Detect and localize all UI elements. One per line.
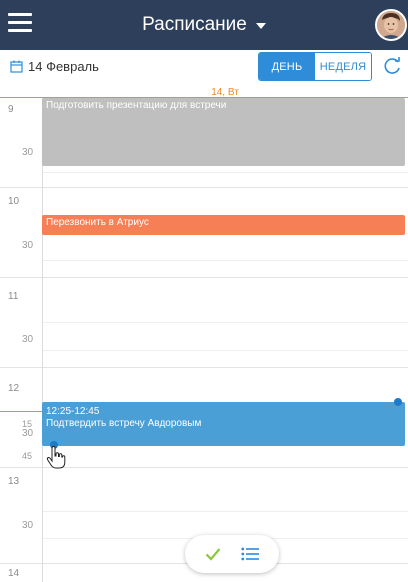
half-hour-label: 30 xyxy=(22,147,34,158)
half-hour-line xyxy=(42,511,408,512)
calendar-icon xyxy=(10,60,23,73)
hour-line xyxy=(0,187,408,188)
event-title: Перезвонить в Атриус xyxy=(46,217,149,228)
caret-down-icon xyxy=(255,23,266,29)
event-confirm-meeting[interactable]: 12:25-12:45 Подтвердить встречу Авдоровы… xyxy=(42,402,405,446)
hour-line xyxy=(0,277,408,278)
date-label: 14 Февраль xyxy=(28,59,99,74)
check-icon[interactable] xyxy=(205,547,221,561)
half-hour-line xyxy=(42,260,408,261)
event-time: 12:25-12:45 xyxy=(46,406,100,417)
event-presentation[interactable]: Подготовить презентацию для встречи xyxy=(42,98,405,166)
hour-label-12: 12 xyxy=(8,383,20,394)
half-hour-label: 30 xyxy=(22,334,34,345)
event-call-atrius[interactable]: Перезвонить в Атриус xyxy=(42,215,405,235)
hour-label-11: 11 xyxy=(8,291,19,302)
calendar-toolbar: 14 Февраль ДЕНЬ НЕДЕЛЯ xyxy=(0,50,408,88)
event-title: Подготовить презентацию для встречи xyxy=(46,100,227,111)
resize-handle-top[interactable] xyxy=(394,398,402,406)
half-hour-line xyxy=(42,350,408,351)
current-time-line xyxy=(0,411,46,412)
half-hour-label: 30 xyxy=(22,240,34,251)
hour-label-14: 14 xyxy=(8,568,20,579)
list-icon[interactable] xyxy=(241,547,259,561)
title-dropdown[interactable]: Расписание xyxy=(0,0,408,50)
view-toggle: ДЕНЬ НЕДЕЛЯ xyxy=(258,52,372,81)
time-gutter-divider xyxy=(42,98,43,582)
refresh-icon[interactable] xyxy=(382,56,402,81)
half-hour-line xyxy=(42,322,408,323)
quarter-label-45: 45 xyxy=(22,451,33,461)
avatar[interactable] xyxy=(375,9,407,41)
page-title: Расписание xyxy=(142,14,247,35)
half-hour-label: 30 xyxy=(22,520,34,531)
hour-label-10: 10 xyxy=(8,196,20,207)
hand-cursor-icon xyxy=(46,445,66,475)
date-selector[interactable]: 14 Февраль xyxy=(10,59,99,74)
event-title: Подтвердить встречу Авдоровым xyxy=(46,418,202,429)
hour-label-9: 9 xyxy=(8,104,14,115)
day-view-button[interactable]: ДЕНЬ xyxy=(259,53,315,80)
week-view-button[interactable]: НЕДЕЛЯ xyxy=(315,53,371,80)
hour-line xyxy=(0,367,408,368)
app-header: Расписание xyxy=(0,0,408,50)
half-hour-label: 30 xyxy=(22,428,34,439)
half-hour-line xyxy=(42,172,408,173)
hour-label-13: 13 xyxy=(8,476,20,487)
floating-action-bar xyxy=(185,535,279,573)
